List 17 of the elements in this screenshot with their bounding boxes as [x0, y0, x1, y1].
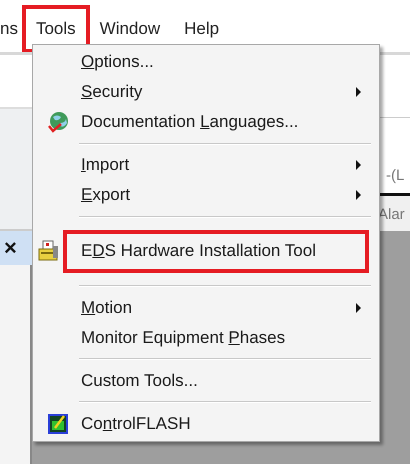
menu-item[interactable]: Documentation Languages...	[33, 107, 379, 138]
rung-label: -(L	[386, 167, 404, 185]
menu-item[interactable]: Motion	[33, 292, 379, 323]
globe-check-icon	[47, 111, 69, 134]
submenu-arrow-icon	[356, 160, 361, 170]
menu-item[interactable]: Custom Tools...	[33, 366, 379, 396]
menu-item[interactable]: Security	[33, 77, 379, 108]
submenu-arrow-icon	[356, 190, 361, 200]
menu-item[interactable]: Export	[33, 180, 379, 210]
menu-item[interactable]: Import	[33, 150, 379, 180]
menu-item[interactable]: Monitor Equipment Phases	[33, 322, 379, 353]
submenu-arrow-icon	[356, 302, 361, 313]
submenu-arrow-icon	[356, 87, 361, 98]
close-button[interactable]: ×	[4, 237, 17, 259]
flash-chip-icon	[47, 413, 69, 436]
menu-item[interactable]: ControlFLASH	[33, 408, 379, 440]
printer-icon	[37, 240, 59, 262]
